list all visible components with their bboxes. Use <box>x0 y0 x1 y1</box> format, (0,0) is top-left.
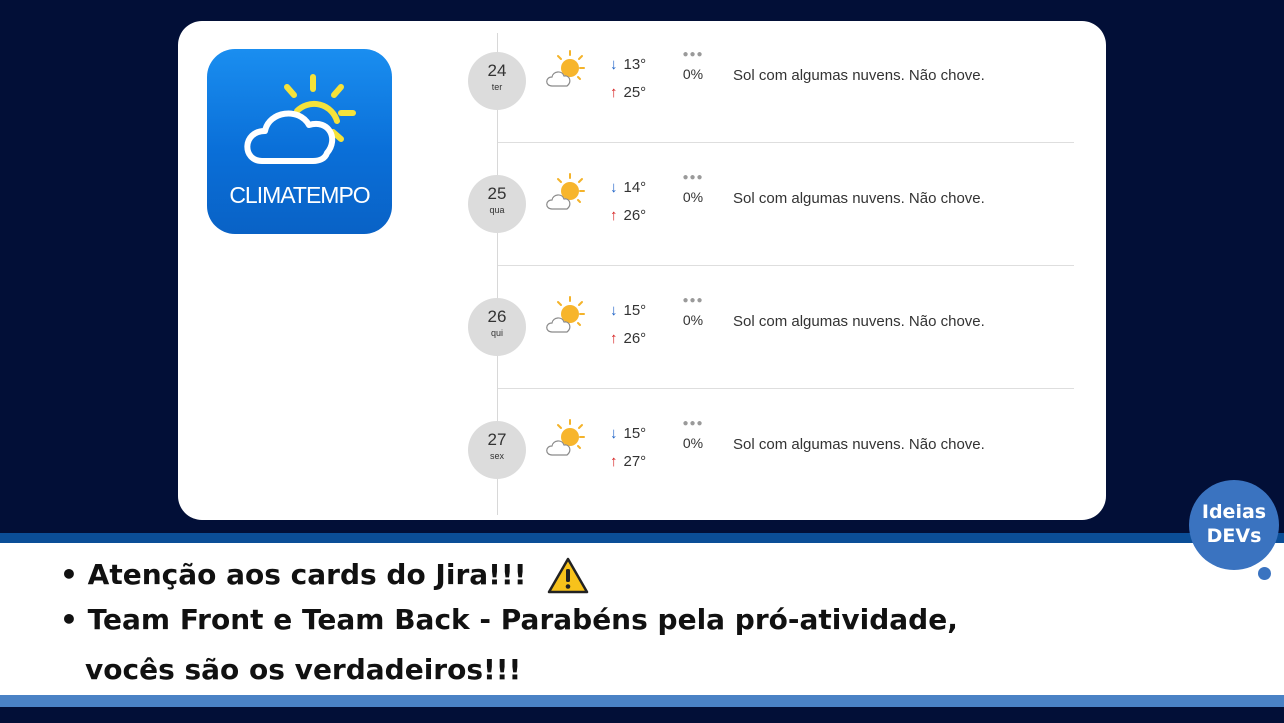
badge-line-2: DEVs <box>1206 525 1262 547</box>
rain-chance: ●●● 0% <box>676 49 710 82</box>
temperatures: ↓ 13° ↑ 25° <box>610 51 646 107</box>
min-temp: 15° <box>623 425 647 442</box>
weekday: qua <box>489 205 505 215</box>
forecast-row: 25 qua ↓ 14° ↑ 26° ●●● 0% Sol com algumas … <box>468 144 1084 266</box>
arrow-down-icon: ↓ <box>610 56 618 73</box>
weekday: sex <box>489 451 504 461</box>
arrow-down-icon: ↓ <box>610 302 618 319</box>
forecast-description: Sol com algumas nuvens. Não chove. <box>733 436 985 453</box>
rain-percent: 0% <box>682 189 704 205</box>
arrow-up-icon: ↑ <box>610 330 618 347</box>
forecast-description: Sol com algumas nuvens. Não chove. <box>733 67 985 84</box>
date-badge: 27 sex <box>468 421 526 479</box>
rain-percent: 0% <box>682 312 704 328</box>
date-badge: 26 qui <box>468 298 526 356</box>
arrow-down-icon: ↓ <box>610 179 618 196</box>
partly-sunny-icon <box>546 173 585 210</box>
rain-chance: ●●● 0% <box>676 172 710 205</box>
footer-bar <box>0 707 1284 723</box>
partly-sunny-icon <box>546 296 585 333</box>
max-temp: 27° <box>623 453 647 470</box>
forecast-description: Sol com algumas nuvens. Não chove. <box>733 190 985 207</box>
row-divider <box>498 388 1074 389</box>
footer-stripe <box>0 695 1284 707</box>
badge-dot <box>1258 567 1271 580</box>
raindrops-icon: ●●● <box>682 49 704 60</box>
note-text: • Atenção aos cards do Jira!!! <box>60 558 527 591</box>
forecast-description: Sol com algumas nuvens. Não chove. <box>733 313 985 330</box>
forecast-row: 26 qui ↓ 15° ↑ 26° ●●● 0% Sol com algumas … <box>468 267 1084 389</box>
date-badge: 25 qua <box>468 175 526 233</box>
day-number: 26 <box>487 307 507 326</box>
day-number: 25 <box>487 184 507 203</box>
partly-sunny-icon <box>546 50 585 87</box>
day-number: 24 <box>487 61 507 80</box>
min-temp: 15° <box>623 302 647 319</box>
forecast-row: 24 ter ↓ 13° ↑ 25° ●●● 0% Sol com algumas … <box>468 21 1084 143</box>
note-line-3: vocês são os verdadeiros!!! <box>85 653 522 686</box>
day-number: 27 <box>487 430 507 449</box>
rain-percent: 0% <box>682 66 704 82</box>
badge-line-1: Ideias <box>1201 501 1267 523</box>
forecast-row: 27 sex ↓ 15° ↑ 27° ●●● 0% Sol com algumas … <box>468 390 1084 512</box>
logo-text: CLIMATEMPO <box>229 182 370 208</box>
raindrops-icon: ●●● <box>682 418 704 429</box>
row-divider <box>498 142 1074 143</box>
notes-panel: • Atenção aos cards do Jira!!! • Team Fr… <box>0 543 1284 695</box>
climatempo-logo: CLIMATEMPO <box>207 49 392 234</box>
weekday: ter <box>491 82 503 92</box>
arrow-up-icon: ↑ <box>610 84 618 101</box>
note-line-2: • Team Front e Team Back - Parabéns pela… <box>60 603 958 636</box>
warning-icon <box>547 557 589 594</box>
rain-chance: ●●● 0% <box>676 295 710 328</box>
arrow-up-icon: ↑ <box>610 207 618 224</box>
max-temp: 26° <box>623 207 647 224</box>
raindrops-icon: ●●● <box>682 172 704 183</box>
arrow-down-icon: ↓ <box>610 425 618 442</box>
max-temp: 26° <box>623 330 647 347</box>
partly-sunny-icon <box>546 419 585 456</box>
forecast-card: CLIMATEMPO 24 ter ↓ 13° ↑ 25° ●●● 0% Sol c… <box>178 21 1106 520</box>
min-temp: 13° <box>623 56 647 73</box>
min-temp: 14° <box>623 179 647 196</box>
rain-chance: ●●● 0% <box>676 418 710 451</box>
raindrops-icon: ●●● <box>682 295 704 306</box>
temperatures: ↓ 15° ↑ 26° <box>610 297 646 353</box>
max-temp: 25° <box>623 84 647 101</box>
ideias-devs-logo: Ideias DEVs <box>1189 480 1279 570</box>
date-badge: 24 ter <box>468 52 526 110</box>
rain-percent: 0% <box>682 435 704 451</box>
temperatures: ↓ 15° ↑ 27° <box>610 420 646 476</box>
note-line-1: • Atenção aos cards do Jira!!! <box>60 556 590 596</box>
row-divider <box>498 265 1074 266</box>
arrow-up-icon: ↑ <box>610 453 618 470</box>
weekday: qui <box>490 328 503 338</box>
temperatures: ↓ 14° ↑ 26° <box>610 174 646 230</box>
footer-stripe <box>0 533 1284 543</box>
